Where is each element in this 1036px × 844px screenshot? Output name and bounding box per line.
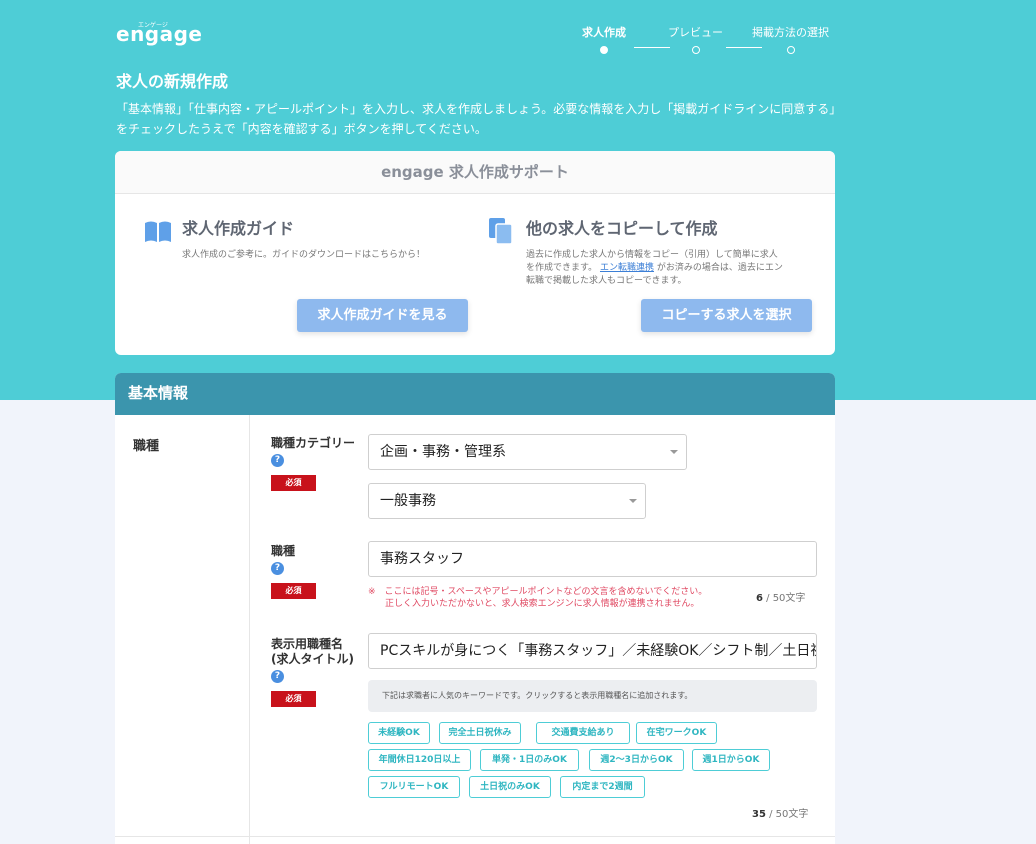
keyword-chip[interactable]: 在宅ワークOK	[636, 722, 717, 744]
copy-desc-line: 転職で掲載した求人もコピーできます。	[526, 276, 687, 286]
warning-line: ※ ここには記号・スペースやアピールポイントなどの文言を含めないでください。	[368, 587, 708, 597]
copy-description: 過去に作成した求人から情報をコピー（引用）して簡単に求人 を作成できます。 エン…	[526, 249, 817, 288]
copy-desc-line: 過去に作成した求人から情報をコピー（引用）して簡単に求人	[526, 250, 778, 260]
required-badge: 必須	[271, 691, 316, 707]
select-copy-job-button[interactable]: コピーする求人を選択	[641, 299, 812, 332]
step-dot	[600, 46, 608, 54]
copy-desc-line: を作成できます。 エン転職連携 がお済みの場合は、過去にエン	[526, 262, 817, 275]
page-title: 求人の新規作成	[116, 72, 229, 91]
help-icon[interactable]: ?	[271, 670, 284, 683]
job-char-count: 6	[756, 593, 763, 604]
step-label: 掲載方法の選択	[752, 26, 829, 39]
chevron-down-icon	[670, 450, 678, 454]
category-label-text: 職種カテゴリー	[271, 436, 356, 450]
job-char-max: / 50文字	[762, 593, 806, 604]
support-title: engage 求人作成サポート	[115, 151, 835, 194]
display-title-input[interactable]: PCスキルが身につく「事務スタッフ」／未経験OK／シフト制／土日祝	[368, 633, 817, 669]
view-guide-button[interactable]: 求人作成ガイドを見る	[297, 299, 468, 332]
guide-description: 求人作成のご参考に。ガイドのダウンロードはこちらから！	[182, 250, 426, 260]
keyword-chip[interactable]: 未経験OK	[368, 722, 430, 744]
help-icon[interactable]: ?	[271, 454, 284, 467]
category-select[interactable]: 企画・事務・管理系	[368, 434, 687, 470]
keyword-chip[interactable]: 週2〜3日からOK	[589, 749, 684, 771]
subcategory-select[interactable]: 一般事務	[368, 483, 646, 519]
basic-info-title: 基本情報	[115, 373, 835, 415]
step-dot	[691, 46, 700, 54]
subcategory-select-value: 一般事務	[380, 493, 436, 509]
help-icon[interactable]: ?	[271, 562, 284, 575]
keyword-chip[interactable]: 完全土日祝休み	[439, 722, 521, 744]
step-create: 求人作成	[582, 24, 626, 54]
job-char-counter: 6 / 50文字	[756, 589, 805, 604]
job-input[interactable]: 事務スタッフ	[368, 541, 817, 577]
required-badge: 必須	[271, 583, 316, 599]
section-label-job: 職種	[133, 439, 160, 454]
chevron-down-icon	[629, 499, 637, 503]
display-title-char-max: / 50文字	[765, 809, 809, 820]
keyword-chip[interactable]: 週1日からOK	[692, 749, 770, 771]
required-badge: 必須	[271, 475, 316, 491]
copy-section: 他の求人をコピーして作成 過去に作成した求人から情報をコピー（引用）して簡単に求…	[487, 215, 817, 288]
keyword-chip[interactable]: 交通費支給あり	[536, 722, 630, 744]
step-preview: プレビュー	[668, 24, 723, 54]
step-connector	[634, 47, 670, 48]
copy-document-icon	[489, 218, 513, 245]
keyword-chip[interactable]: 年間休日120日以上	[368, 749, 471, 771]
row-divider	[115, 836, 835, 837]
copy-desc-text: がお済みの場合は、過去にエン	[656, 263, 783, 273]
progress-steps: 求人作成 プレビュー 掲載方法の選択	[570, 24, 840, 54]
label-column: 職種	[115, 415, 250, 844]
step-label: プレビュー	[668, 26, 723, 39]
warning-line: 正しく入力いただかないと、求人検索エンジンに求人情報が連携されません。	[385, 599, 700, 609]
display-title-char-counter: 35 / 50文字	[752, 805, 808, 820]
en-tenshoku-link[interactable]: エン転職連携	[600, 263, 654, 273]
step-dot	[786, 46, 795, 54]
page-intro: 「基本情報」「仕事内容・アピールポイント」を入力し、求人を作成しましょう。必要な…	[116, 99, 842, 139]
keyword-chip[interactable]: 単発・1日のみOK	[480, 749, 579, 771]
intro-line: をチェックしたうえで「内容を確認する」ボタンを押してください。	[116, 122, 487, 136]
job-warning: ※ ここには記号・スペースやアピールポイントなどの文言を含めないでください。 正…	[368, 586, 707, 610]
keyword-chip[interactable]: 土日祝のみOK	[469, 776, 551, 798]
intro-line: 「基本情報」「仕事内容・アピールポイント」を入力し、求人を作成しましょう。必要な…	[116, 102, 842, 116]
book-icon	[145, 221, 171, 242]
support-card: engage 求人作成サポート 求人作成ガイド 求人作成のご参考に。ガイドのダウ…	[115, 151, 835, 355]
category-label: 職種カテゴリー ?	[271, 436, 355, 467]
copy-title: 他の求人をコピーして作成	[526, 219, 718, 238]
keyword-hint: 下記は求職者に人気のキーワードです。クリックすると表示用職種名に追加されます。	[368, 680, 817, 712]
basic-info-card: 基本情報 職種 職種カテゴリー ? 必須 企画・事務・管理系 一般事務 職種 ?…	[115, 373, 835, 844]
logo-ruby: エンゲージ	[138, 22, 168, 29]
step-label: 求人作成	[582, 26, 626, 39]
copy-desc-text: を作成できます。	[526, 263, 598, 273]
display-title-label-text: 表示用職種名	[271, 637, 344, 651]
keyword-chip[interactable]: フルリモートOK	[368, 776, 460, 798]
job-label-text: 職種	[271, 544, 296, 558]
display-title-label-text: (求人タイトル)	[271, 652, 354, 666]
guide-title: 求人作成ガイド	[182, 219, 295, 238]
step-publish-method: 掲載方法の選択	[752, 24, 829, 54]
category-select-value: 企画・事務・管理系	[380, 444, 506, 460]
guide-section: 求人作成ガイド 求人作成のご参考に。ガイドのダウンロードはこちらから！	[143, 215, 473, 262]
keyword-chip[interactable]: 内定まで2週間	[560, 776, 645, 798]
display-title-label: 表示用職種名 (求人タイトル) ?	[271, 637, 354, 683]
display-title-char-count: 35	[752, 809, 766, 820]
job-label: 職種 ?	[271, 544, 295, 575]
